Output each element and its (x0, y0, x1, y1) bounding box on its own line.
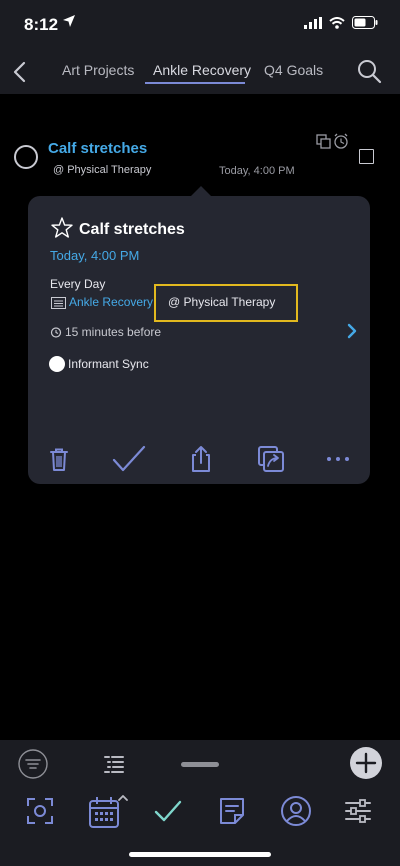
signal-icon (304, 16, 322, 34)
task-detail-popup: Calf stretches Today, 4:00 PM Every Day … (28, 196, 370, 484)
sync-label: Informant Sync (68, 357, 149, 371)
popup-title: Calf stretches (79, 221, 185, 238)
alarm-icon (50, 325, 62, 338)
notes-icon[interactable] (216, 795, 248, 827)
add-button[interactable] (350, 747, 382, 779)
completed-tasks-icon[interactable] (152, 795, 184, 827)
star-icon[interactable] (50, 216, 74, 240)
check-icon[interactable] (112, 444, 146, 474)
tab-ankle-recovery[interactable]: Ankle Recovery (153, 62, 251, 78)
task-context: @ Physical Therapy (53, 164, 152, 176)
duplicate-icon[interactable] (256, 444, 286, 474)
settings-sliders-icon[interactable] (342, 795, 374, 827)
bottom-toolbar (0, 740, 400, 866)
popup-repeat: Every Day (50, 277, 106, 291)
wifi-icon (329, 16, 345, 34)
popup-date[interactable]: Today, 4:00 PM (50, 248, 139, 263)
highlight-box (154, 284, 298, 322)
list-view-icon[interactable] (102, 752, 126, 776)
search-icon[interactable] (356, 58, 382, 84)
focus-view-icon[interactable] (24, 795, 56, 827)
task-date: Today, 4:00 PM (219, 165, 295, 177)
chevron-right-icon[interactable] (346, 323, 358, 339)
status-indicators (304, 16, 378, 34)
task-checkbox[interactable] (359, 149, 374, 164)
back-button[interactable] (8, 58, 32, 86)
tab-q4-goals[interactable]: Q4 Goals (264, 62, 323, 78)
share-icon[interactable] (186, 444, 216, 474)
status-time: 8:12 (24, 15, 59, 34)
battery-icon (352, 16, 378, 34)
popup-alarm: 15 minutes before (65, 325, 162, 339)
task-complete-circle[interactable] (14, 145, 38, 169)
trash-icon[interactable] (44, 444, 74, 474)
tab-art-projects[interactable]: Art Projects (62, 62, 134, 78)
sync-status-dot (49, 356, 65, 372)
repeat-alarm-icon (316, 132, 350, 150)
location-arrow-icon (62, 14, 76, 33)
contacts-icon[interactable] (280, 795, 312, 827)
drawer-handle[interactable] (181, 762, 219, 767)
calendar-icon[interactable] (88, 795, 128, 828)
folder-icon (51, 296, 66, 309)
nav-bar: Art Projects Ankle Recovery Q4 Goals (0, 50, 400, 94)
status-bar: 8:12 (0, 0, 400, 50)
home-indicator (129, 852, 271, 857)
more-icon[interactable] (324, 444, 354, 474)
popup-folder-link[interactable]: Ankle Recovery (69, 295, 153, 309)
filter-icon[interactable] (18, 749, 48, 779)
active-tab-indicator (145, 82, 245, 84)
task-title[interactable]: Calf stretches (48, 140, 147, 157)
